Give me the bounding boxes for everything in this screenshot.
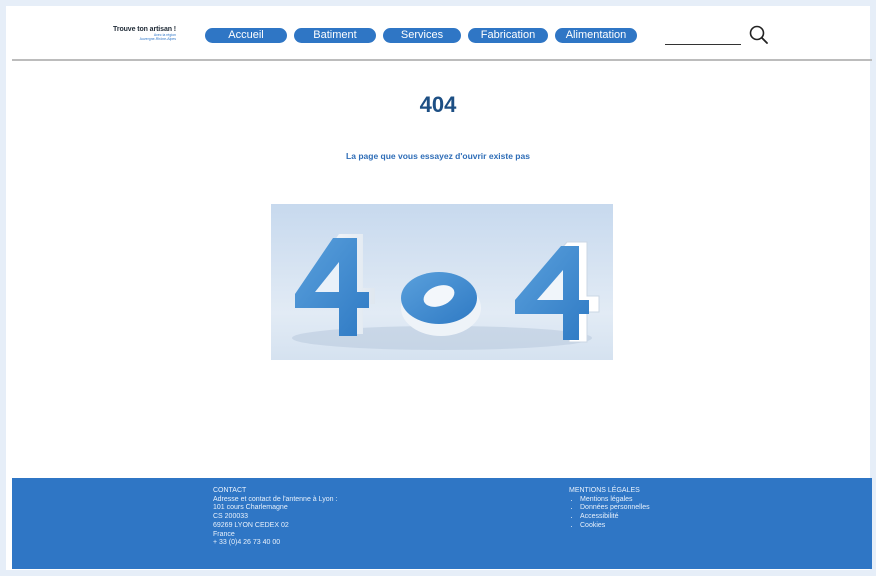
nav-item-services[interactable]: Services [383,28,461,43]
site-footer: CONTACT Adresse et contact de l'antenne … [12,478,872,569]
legal-link-accessibilite[interactable]: Accessibilité [580,513,650,522]
search-input[interactable] [665,44,741,45]
search-icon[interactable] [748,24,770,46]
logo[interactable]: Trouve ton artisan ! Avec la région Auve… [96,26,176,41]
legal-links: Mentions légales Données personnelles Ac… [569,496,650,531]
error-message: La page que vous essayez d'ouvrir existe… [346,151,530,161]
legal-link-mentions[interactable]: Mentions légales [580,496,650,505]
contact-line: Adresse et contact de l'antenne à Lyon : [213,495,338,503]
contact-line: CS 200033 [213,513,249,521]
contact-line: 69269 LYON CEDEX 02 [213,521,289,529]
legal-link-cookies[interactable]: Cookies [580,522,650,531]
footer-contact-title: CONTACT [213,487,247,494]
header-divider [12,59,872,61]
contact-line: France [213,530,235,538]
main-nav: Accueil Batiment Services Fabrication Al… [205,28,644,43]
footer-legal-title: MENTIONS LÉGALES [569,487,640,494]
contact-phone[interactable]: + 33 (0)4 26 73 40 00 [213,539,337,548]
contact-line: 101 cours Charlemagne [213,504,288,512]
logo-title: Trouve ton artisan ! [113,26,176,33]
legal-link-donnees[interactable]: Données personnelles [580,504,650,513]
nav-item-alimentation[interactable]: Alimentation [555,28,637,43]
page: Trouve ton artisan ! Avec la région Auve… [6,6,872,570]
nav-item-accueil[interactable]: Accueil [205,28,287,43]
404-illustration [271,204,613,360]
footer-legal: MENTIONS LÉGALES Mentions légales Donnée… [569,487,650,531]
logo-tagline-2: Auvergne-Rhône-Alpes [139,37,176,41]
error-code: 404 [419,92,457,117]
footer-contact: CONTACT Adresse et contact de l'antenne … [213,487,337,548]
nav-item-fabrication[interactable]: Fabrication [468,28,548,43]
site-header: Trouve ton artisan ! Avec la région Auve… [6,6,870,60]
nav-item-batiment[interactable]: Batiment [294,28,376,43]
